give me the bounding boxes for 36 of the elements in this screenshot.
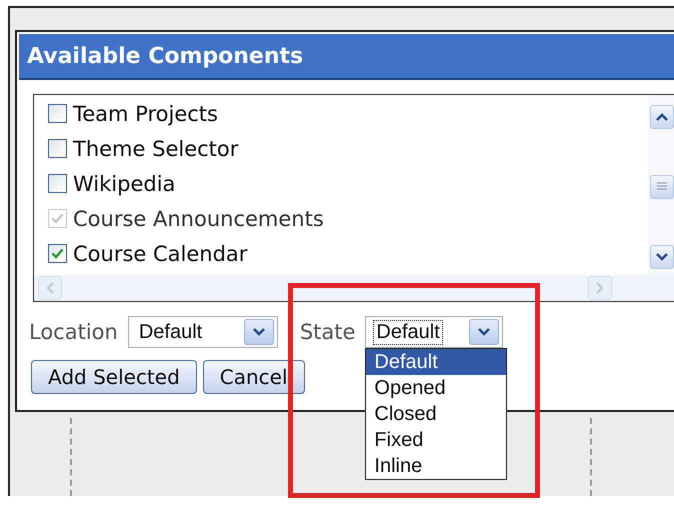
dropdown-option[interactable]: Default — [366, 349, 506, 375]
component-label: Course Calendar — [73, 242, 248, 266]
component-label: Course Announcements — [73, 206, 324, 230]
dialog-title: Available Components — [19, 34, 674, 80]
chevron-down-icon — [252, 327, 266, 337]
dropdown-button[interactable] — [244, 319, 274, 345]
checkbox[interactable] — [48, 174, 67, 193]
scroll-up-button[interactable] — [650, 105, 674, 129]
chevron-right-icon — [595, 281, 605, 295]
state-select[interactable]: Default — [365, 316, 504, 348]
dropdown-option[interactable]: Closed — [366, 401, 506, 427]
select-value: Default — [138, 320, 204, 344]
dropdown-option[interactable]: Fixed — [366, 427, 506, 453]
location-select[interactable]: Default — [128, 316, 278, 348]
state-label: State — [300, 320, 356, 344]
checkbox[interactable] — [48, 104, 67, 123]
checkbox[interactable] — [48, 244, 67, 263]
grip-icon — [656, 182, 668, 192]
location-label: Location — [29, 320, 118, 344]
component-label: Wikipedia — [73, 172, 176, 196]
dropdown-option[interactable]: Opened — [366, 375, 506, 401]
component-label: Team Projects — [73, 102, 218, 126]
chevron-down-icon — [655, 252, 669, 262]
chevron-left-icon — [45, 281, 55, 295]
dropdown-option[interactable]: Inline — [366, 453, 506, 479]
cancel-button[interactable]: Cancel — [202, 360, 305, 394]
scroll-down-button[interactable] — [650, 245, 674, 269]
chevron-up-icon — [655, 112, 669, 122]
add-selected-button[interactable]: Add Selected — [31, 360, 197, 394]
checkmark-icon — [51, 248, 64, 259]
scroll-thumb[interactable] — [650, 175, 674, 199]
chevron-down-icon — [477, 327, 492, 337]
dropdown-button[interactable] — [469, 319, 500, 345]
checkbox[interactable] — [48, 139, 67, 158]
checkmark-icon — [51, 213, 64, 224]
component-label: Theme Selector — [73, 136, 238, 160]
